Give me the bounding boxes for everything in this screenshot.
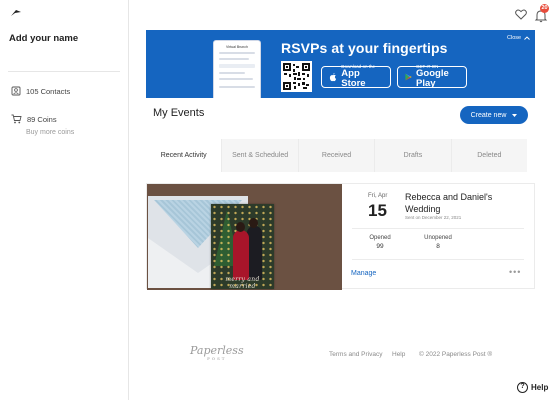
card-caption: merry and married	[225, 276, 260, 289]
banner-close-label: Close	[507, 35, 522, 41]
event-date-day: Fri, Apr	[368, 193, 388, 199]
help-label: Help	[531, 383, 549, 392]
event-tabs: Recent Activity Sent & Scheduled Receive…	[146, 139, 527, 172]
promo-banner: Virtual Brunch RSVPs at your fingertips …	[146, 30, 535, 98]
qr-code	[281, 61, 312, 92]
sidebar-divider	[8, 71, 120, 72]
event-card: merry and married Fri, Apr 15 Rebecca an…	[146, 183, 535, 290]
unopened-stat[interactable]: Unopened 8	[418, 235, 458, 250]
card-photo: merry and married	[211, 204, 274, 289]
more-options-icon[interactable]: •••	[509, 267, 521, 277]
footer-logo[interactable]: Paperless POST	[190, 344, 244, 361]
contacts-label: 105 Contacts	[26, 86, 71, 96]
event-card-image[interactable]: merry and married	[147, 184, 342, 290]
tab-sent-scheduled[interactable]: Sent & Scheduled	[221, 139, 297, 172]
chevron-up-icon	[524, 36, 530, 40]
app-store-button[interactable]: Download on the App Store	[321, 64, 391, 90]
heart-icon[interactable]	[515, 9, 527, 20]
contacts-icon	[11, 86, 21, 96]
tab-deleted[interactable]: Deleted	[450, 139, 527, 172]
apple-icon	[329, 72, 337, 82]
help-button[interactable]: ? Help	[517, 382, 548, 393]
sidebar: Add your name 105 Contacts 89 Coins Buy …	[0, 0, 129, 400]
google-play-icon	[405, 73, 412, 81]
create-new-label: Create new	[470, 111, 507, 119]
event-sent-date: Sent on December 22, 2021	[405, 215, 462, 220]
sidebar-item-contacts[interactable]: 105 Contacts	[11, 86, 70, 96]
phone-preview: Virtual Brunch	[213, 40, 261, 98]
footer-help-link[interactable]: Help	[392, 351, 405, 358]
banner-title: RSVPs at your fingertips	[281, 40, 448, 56]
stats-divider-bottom	[352, 259, 524, 260]
create-new-button[interactable]: Create new	[460, 106, 528, 124]
tab-recent-activity[interactable]: Recent Activity	[146, 139, 222, 172]
notification-badge: 20	[540, 4, 549, 13]
tab-drafts[interactable]: Drafts	[374, 139, 450, 172]
stats-divider-top	[352, 228, 524, 229]
coins-label: 89 Coins	[27, 114, 57, 124]
manage-link[interactable]: Manage	[351, 270, 376, 277]
unopened-value: 8	[436, 243, 440, 250]
event-date-number: 15	[368, 201, 387, 220]
event-title[interactable]: Rebecca and Daniel's Wedding	[405, 191, 515, 215]
opened-label: Opened	[369, 235, 391, 241]
app-store-big-text: App Store	[341, 68, 366, 90]
opened-stat[interactable]: Opened 99	[360, 235, 400, 250]
google-play-button[interactable]: GET IT ON Google Play	[397, 64, 467, 90]
google-play-big-text: Google Play	[416, 68, 449, 90]
buy-more-coins-link[interactable]: Buy more coins	[26, 129, 74, 136]
help-icon: ?	[517, 382, 528, 393]
unopened-label: Unopened	[424, 235, 452, 241]
cart-icon	[11, 114, 22, 124]
sidebar-item-coins[interactable]: 89 Coins	[11, 114, 57, 124]
banner-close-button[interactable]: Close	[507, 35, 530, 41]
caret-down-icon	[512, 113, 518, 117]
paperless-logo-icon[interactable]	[10, 9, 22, 17]
copyright-text: © 2022 Paperless Post ®	[419, 351, 493, 358]
opened-value: 99	[376, 243, 384, 250]
tab-received[interactable]: Received	[297, 139, 374, 172]
page-title: My Events	[153, 107, 205, 119]
phone-preview-title: Virtual Brunch	[226, 45, 248, 49]
terms-privacy-link[interactable]: Terms and Privacy	[329, 351, 382, 358]
user-name[interactable]: Add your name	[9, 33, 78, 44]
